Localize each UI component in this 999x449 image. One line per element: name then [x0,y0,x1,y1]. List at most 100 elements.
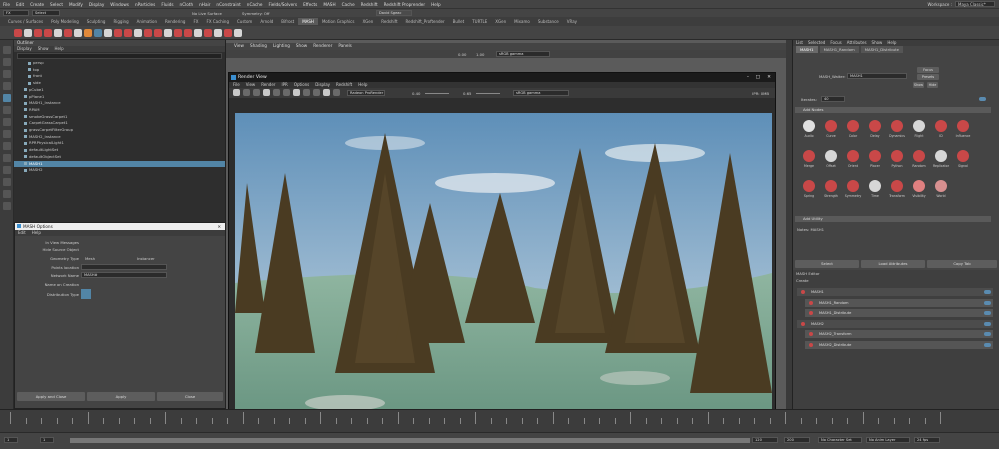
gamma-slider[interactable] [476,93,500,94]
shelf-tab[interactable]: Rendering [161,18,189,25]
tool-icon[interactable] [3,130,11,138]
menu-fluids[interactable]: Fluids [161,2,173,7]
tool-icon[interactable] [3,178,11,186]
render-colorspace[interactable]: sRGB gamma [513,90,569,96]
outliner-search[interactable] [17,53,222,59]
outliner-menu-item[interactable]: Show [38,46,49,52]
mash-node-strength-icon[interactable] [825,180,837,192]
user-account[interactable]: David Sgeac [376,10,412,16]
ae-node-tab[interactable]: MASH1_Distribute [860,46,903,53]
shelf-tool-icon[interactable] [194,29,202,37]
live-surface-label[interactable]: No Live Surface [192,11,222,16]
shelf-tab[interactable]: Animation [133,18,161,25]
menu-help[interactable]: Help [431,2,441,7]
points-location-field[interactable] [81,264,167,270]
outliner-item[interactable]: top [14,67,225,73]
shelf-tool-icon[interactable] [124,29,132,37]
viewport-menu-item[interactable]: Show [296,43,307,50]
mash-node-python-icon[interactable] [891,150,903,162]
menu-redshift-proprender[interactable]: Redshift Proprender [384,2,425,7]
mash-node-influence-icon[interactable] [957,120,969,132]
menu-redshift[interactable]: Redshift [361,2,378,7]
shelf-tab[interactable]: Rigging [109,18,132,25]
tool-icon[interactable] [3,58,11,66]
mash-node-color-icon[interactable] [847,120,859,132]
shelf-tool-icon[interactable] [134,29,142,37]
menu-edit[interactable]: Edit [16,2,24,7]
mash-node-offset-icon[interactable] [825,150,837,162]
tool-icon[interactable] [3,82,11,90]
outliner-menu-item[interactable]: Help [55,46,64,52]
viewport-menu-item[interactable]: Panels [338,43,351,50]
mash-row-toggle[interactable] [984,300,991,305]
range-end2-field[interactable]: 200 [784,437,810,443]
outliner-item[interactable]: MASH2_Instance [14,134,225,140]
shelf-tab[interactable]: Curves / Surfaces [4,18,47,25]
shelf-tool-icon[interactable] [204,29,212,37]
render-tool-icon[interactable] [243,89,250,96]
menu-nhair[interactable]: nHair [199,2,210,7]
maximize-icon[interactable]: □ [756,73,760,82]
mash-name-field[interactable]: MASH1 [847,73,907,79]
distribution-type-icon[interactable] [81,289,91,299]
range-start2-field[interactable]: 1 [40,437,54,443]
render-tool-icon[interactable] [313,89,320,96]
tool-icon[interactable] [3,190,11,198]
shelf-tool-icon[interactable] [84,29,92,37]
menu-create[interactable]: Create [30,2,44,7]
mash-row-toggle[interactable] [984,342,991,347]
shelf-tab[interactable]: XGen [358,18,377,25]
shelf-tab[interactable]: Mixamo [510,18,534,25]
shelf-tab[interactable]: Redshift_Proftender [402,18,449,25]
mash-node-random-icon[interactable] [913,150,925,162]
menu-fields-solvers[interactable]: Fields/Solvers [268,2,297,7]
shelf-tool-icon[interactable] [214,29,222,37]
mash-node-symmetry-icon[interactable] [847,180,859,192]
render-tool-icon[interactable] [233,89,240,96]
mash-row-toggle[interactable] [984,311,991,315]
shelf-tool-icon[interactable] [174,29,182,37]
select-mode-dropdown[interactable]: Select [32,10,60,16]
mash-row-toggle[interactable] [984,290,991,294]
exposure-value[interactable]: 0.40 [412,91,420,96]
render-tool-icon[interactable] [303,89,310,96]
mash-node-merge-icon[interactable] [803,150,815,162]
select-button[interactable]: Select [795,260,859,268]
shelf-tool-icon[interactable] [144,29,152,37]
tool-icon[interactable] [3,106,11,114]
mash-node-placer-icon[interactable] [869,150,881,162]
ae-presets-button[interactable]: Presets [917,74,939,80]
mash-row-toggle[interactable] [984,321,991,326]
playback-range-bar[interactable] [70,438,750,443]
outliner-item[interactable]: smokeGrassCarpet1 [14,114,225,120]
shelf-tab[interactable]: FX Caching [203,18,233,25]
shelf-tool-icon[interactable] [114,29,122,37]
close-button[interactable]: Close [157,392,223,401]
shelf-tool-icon[interactable] [74,29,82,37]
viewport-value-1[interactable]: 0.00 [458,52,466,57]
add-nodes-section[interactable]: Add Nodes [795,107,991,113]
shelf-tool-icon[interactable] [44,29,52,37]
shelf-tool-icon[interactable] [234,29,242,37]
add-utility-section[interactable]: Add Utility [795,216,991,222]
tool-icon[interactable] [3,154,11,162]
shelf-tool-icon[interactable] [164,29,172,37]
menu-select[interactable]: Select [50,2,63,7]
mash-editor-row[interactable]: MASH2 [797,319,993,328]
outliner-item[interactable]: pCube1 [14,87,225,93]
ae-node-tab[interactable]: MASH1 [796,46,818,53]
time-slider[interactable] [0,409,999,432]
viewport-menu-item[interactable]: View [234,43,244,50]
mash-node-time-icon[interactable] [869,180,881,192]
workspace-dropdown[interactable]: Maya Classic* [955,1,995,7]
menu-nparticles[interactable]: nParticles [135,2,155,7]
shelf-tab[interactable]: MASH [298,18,318,25]
load-attributes-button[interactable]: Load Attributes [861,260,925,268]
mash-node-audio-icon[interactable] [803,120,815,132]
mash-node-transform-icon[interactable] [891,180,903,192]
mash-node-visibility-icon[interactable] [913,180,925,192]
mash-node-replicator-icon[interactable] [935,150,947,162]
shelf-tool-icon[interactable] [54,29,62,37]
shelf-tool-icon[interactable] [154,29,162,37]
menu-display[interactable]: Display [89,2,104,7]
